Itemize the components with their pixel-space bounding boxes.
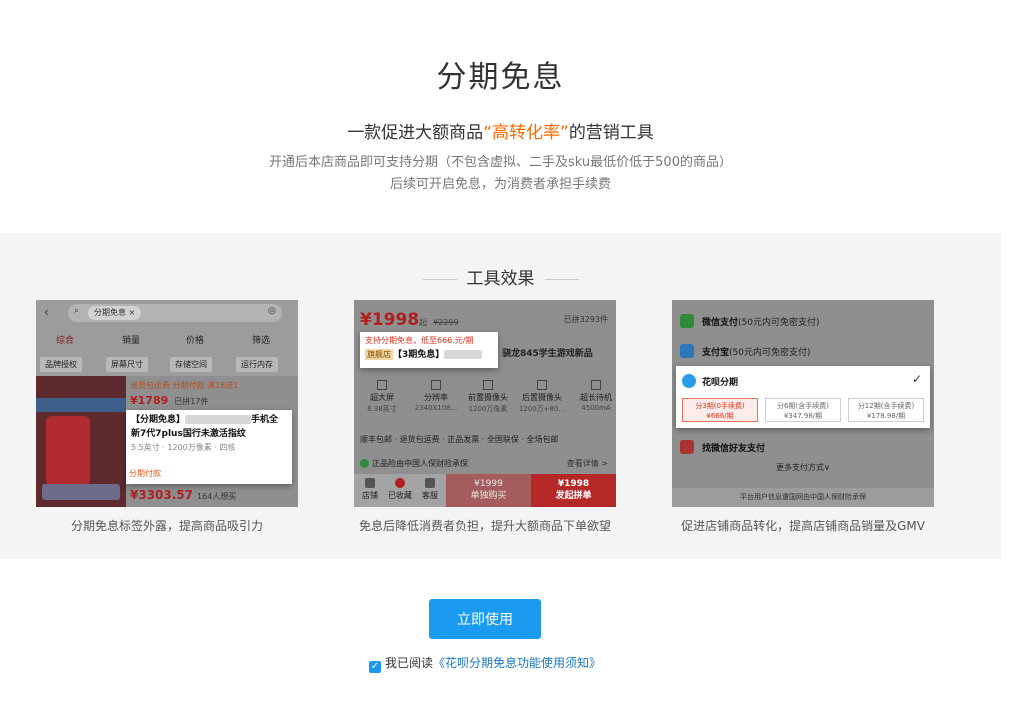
image-badge [42, 484, 120, 500]
effect-caption-3: 促进店铺商品转化，提高店铺商品销量及GMV [681, 519, 925, 533]
popup-line-2: 旗舰店 【3期免息】 [365, 347, 493, 363]
sort-tab-1: 销量 [122, 336, 141, 346]
heading-divider-right [544, 278, 579, 280]
effects-heading: 工具效果 [0, 264, 1001, 289]
detail-price: ¥1998起 ¥2299 [360, 310, 459, 330]
mock-sort-tabs: 综合 销量 价格 筛选 [36, 326, 298, 352]
sort-tab-2: 价格 [186, 336, 205, 346]
mock-search-bar: ‹ ⌕ 分期免息 × ◎ [36, 300, 298, 326]
product-title-tail: 骁龙845学生游戏新品 [502, 349, 593, 359]
front-camera-icon [483, 380, 493, 390]
spec-cell: 超大屏 6.38英寸 [356, 376, 408, 414]
description-line-1: 开通后本店商品即可支持分期（不包含虚拟、二手及sku最低价低于500的商品） [269, 155, 732, 170]
agreement-prefix: 我已阅读 [385, 656, 434, 670]
pay-row-friend: 找微信好友支付 [672, 432, 934, 462]
heart-icon [395, 478, 405, 488]
sort-tab-3: 筛选 [252, 336, 271, 346]
price-1: ¥1789 已拼17件 [130, 394, 209, 407]
popup-title-2: 新7代7plus国行未激活指纹 [131, 429, 246, 439]
pay-row-wechat: 微信支付(50元内可免密支付) [672, 306, 934, 336]
filter-chip-0: 品牌授权 [40, 357, 82, 372]
camera-icon: ◎ [268, 306, 276, 316]
product-image [36, 376, 126, 507]
purchase-bar: 店铺 已收藏 客服 ¥1999 单独购买 ¥1998 发起拼单 [354, 474, 616, 507]
mock-filter-chips: 品牌授权 屏幕尺寸 存储空间 运行内存 [36, 352, 298, 376]
shield-icon [360, 459, 369, 468]
image-banner [36, 398, 126, 412]
chat-icon [425, 478, 435, 488]
popup-title: 【分期免息】 手机全 [131, 415, 279, 425]
filter-chip-3: 运行内存 [236, 357, 278, 372]
installment-option-6: 分6期(含手续费) ¥347.98/期 [765, 398, 841, 422]
more-pay-methods: 更多支付方式∨ [776, 463, 830, 472]
spec-cell: 分辨率 2340X108... [410, 376, 462, 412]
agreement-checkbox[interactable]: ✓ [369, 661, 381, 673]
rear-camera-icon [537, 380, 547, 390]
effect-card-search-list: ‹ ⌕ 分期免息 × ◎ 综合 销量 价格 筛选 品牌授权 屏幕尺寸 存储空间 … [36, 300, 298, 507]
resolution-icon [431, 380, 441, 390]
blurred-text [185, 415, 252, 424]
description-line-2: 后续可开启免息，为消费者承担手续费 [389, 177, 611, 192]
effects-section: 工具效果 ‹ ⌕ 分期免息 × ◎ 综合 销量 价格 筛选 品牌授权 屏幕尺寸 … [0, 233, 1001, 559]
subtitle-post: 的营销工具 [568, 123, 654, 143]
hero-section: 分期免息 一款促进大额商品“高转化率”的营销工具 开通后本店商品即可支持分期（不… [0, 0, 1009, 233]
installment-tag: 分期付款 [129, 469, 161, 478]
page-title: 分期免息 [436, 60, 565, 95]
favorite-button: 已收藏 [388, 478, 412, 501]
installment-option-3: 分3期(0手续费) ¥666/期 [682, 398, 758, 422]
spec-cell: 后置摄像头 1200万+80... [516, 376, 568, 414]
back-arrow-icon: ‹ [44, 305, 49, 319]
heading-divider-left [422, 278, 457, 280]
filter-chip-2: 存储空间 [170, 357, 212, 372]
huabei-icon [682, 374, 696, 388]
installment-popup: 支持分期免息，低至666.元/期 旗舰店 【3期免息】 [360, 332, 498, 368]
search-pill: 分期免息 × [88, 306, 142, 320]
agreement-link[interactable]: 《花呗分期免息功能使用须知》 [433, 656, 601, 670]
agreement-row: ✓ 我已阅读《花呗分期免息功能使用须知》 [369, 654, 601, 673]
wechat-pay-icon [680, 314, 694, 328]
spec-row: 超大屏 6.38英寸 分辨率 2340X108... 前置摄像头 1200万像素 后置… [354, 376, 616, 424]
blurred-text [444, 350, 483, 359]
subtitle-pre: 一款促进大额商品 [347, 123, 484, 143]
sort-tab-0: 综合 [56, 336, 75, 346]
price-2: ¥3303.57 164人想买 [130, 488, 237, 502]
installment-option-12: 分12期(含手续费) ¥178.98/期 [848, 398, 924, 422]
alipay-icon [680, 344, 694, 358]
friend-pay-icon [680, 440, 694, 454]
popup-spec: 5.5英寸 · 1200万像素 · 四核 [131, 443, 236, 452]
promo-tags: 退货包运费 分期付款 满18送1 [130, 381, 239, 390]
effect-caption-2: 免息后降低消费者负担，提升大额商品下单欲望 [358, 519, 611, 533]
search-icon: ⌕ [74, 306, 80, 316]
huabei-popup: 花呗分期 ✓ 分3期(0手续费) ¥666/期 分6期(含手续费) ¥347.98/… [676, 366, 930, 428]
page-subtitle: 一款促进大额商品“高转化率”的营销工具 [0, 118, 1001, 143]
view-detail-link: 查看详情 > [566, 459, 608, 468]
solo-buy-button: ¥1999 单独购买 [446, 474, 531, 507]
flagship-badge: 旗舰店 [365, 349, 393, 360]
pay-row-alipay: 支付宝(50元内可免密支付) [672, 336, 934, 366]
effects-title-text: 工具效果 [466, 269, 535, 289]
effect-caption-1: 分期免息标签外露，提高商品吸引力 [70, 519, 263, 533]
payment-footer-note: 平台用户信息遭国网由中国人保财险承保 [672, 488, 934, 507]
filter-chip-1: 屏幕尺寸 [106, 357, 148, 372]
popup-line-1: 支持分期免息，低至666.元/期 [365, 336, 474, 345]
effect-card-payment: 微信支付(50元内可免密支付) 支付宝(50元内可免密支付) 花呗分期 ✓ 分3… [672, 300, 934, 507]
spec-cell: 前置摄像头 1200万像素 [462, 376, 514, 414]
store-button: 店铺 [358, 478, 382, 501]
highlight-popup: 【分期免息】 手机全 新7代7plus国行未激活指纹 5.5英寸 · 1200万像… [126, 410, 292, 484]
store-icon [365, 478, 375, 488]
phone-shape [46, 416, 90, 486]
service-button: 客服 [418, 478, 442, 501]
use-now-button[interactable]: 立即使用 [429, 599, 541, 639]
effect-card-product-detail: ¥1998起 ¥2299 已拼3293件 骁龙845学生游戏新品 支持分期免息，… [354, 300, 616, 507]
insurance-note: 正品险由中国人保财险承保 [360, 458, 468, 469]
battery-icon [591, 380, 601, 390]
service-list: 顺丰包邮 · 退货包运费 · 正品发票 · 全国联保 · 全场包邮 [360, 435, 559, 444]
subtitle-highlight: “高转化率” [483, 123, 569, 143]
check-icon: ✓ [911, 372, 922, 386]
group-buy-button: ¥1998 发起拼单 [531, 474, 616, 507]
sold-count: 已拼3293件 [563, 315, 608, 324]
spec-cell: 超长待机 4500mA [570, 376, 616, 412]
screen-icon [377, 380, 387, 390]
huabei-label: 花呗分期 [702, 378, 739, 388]
